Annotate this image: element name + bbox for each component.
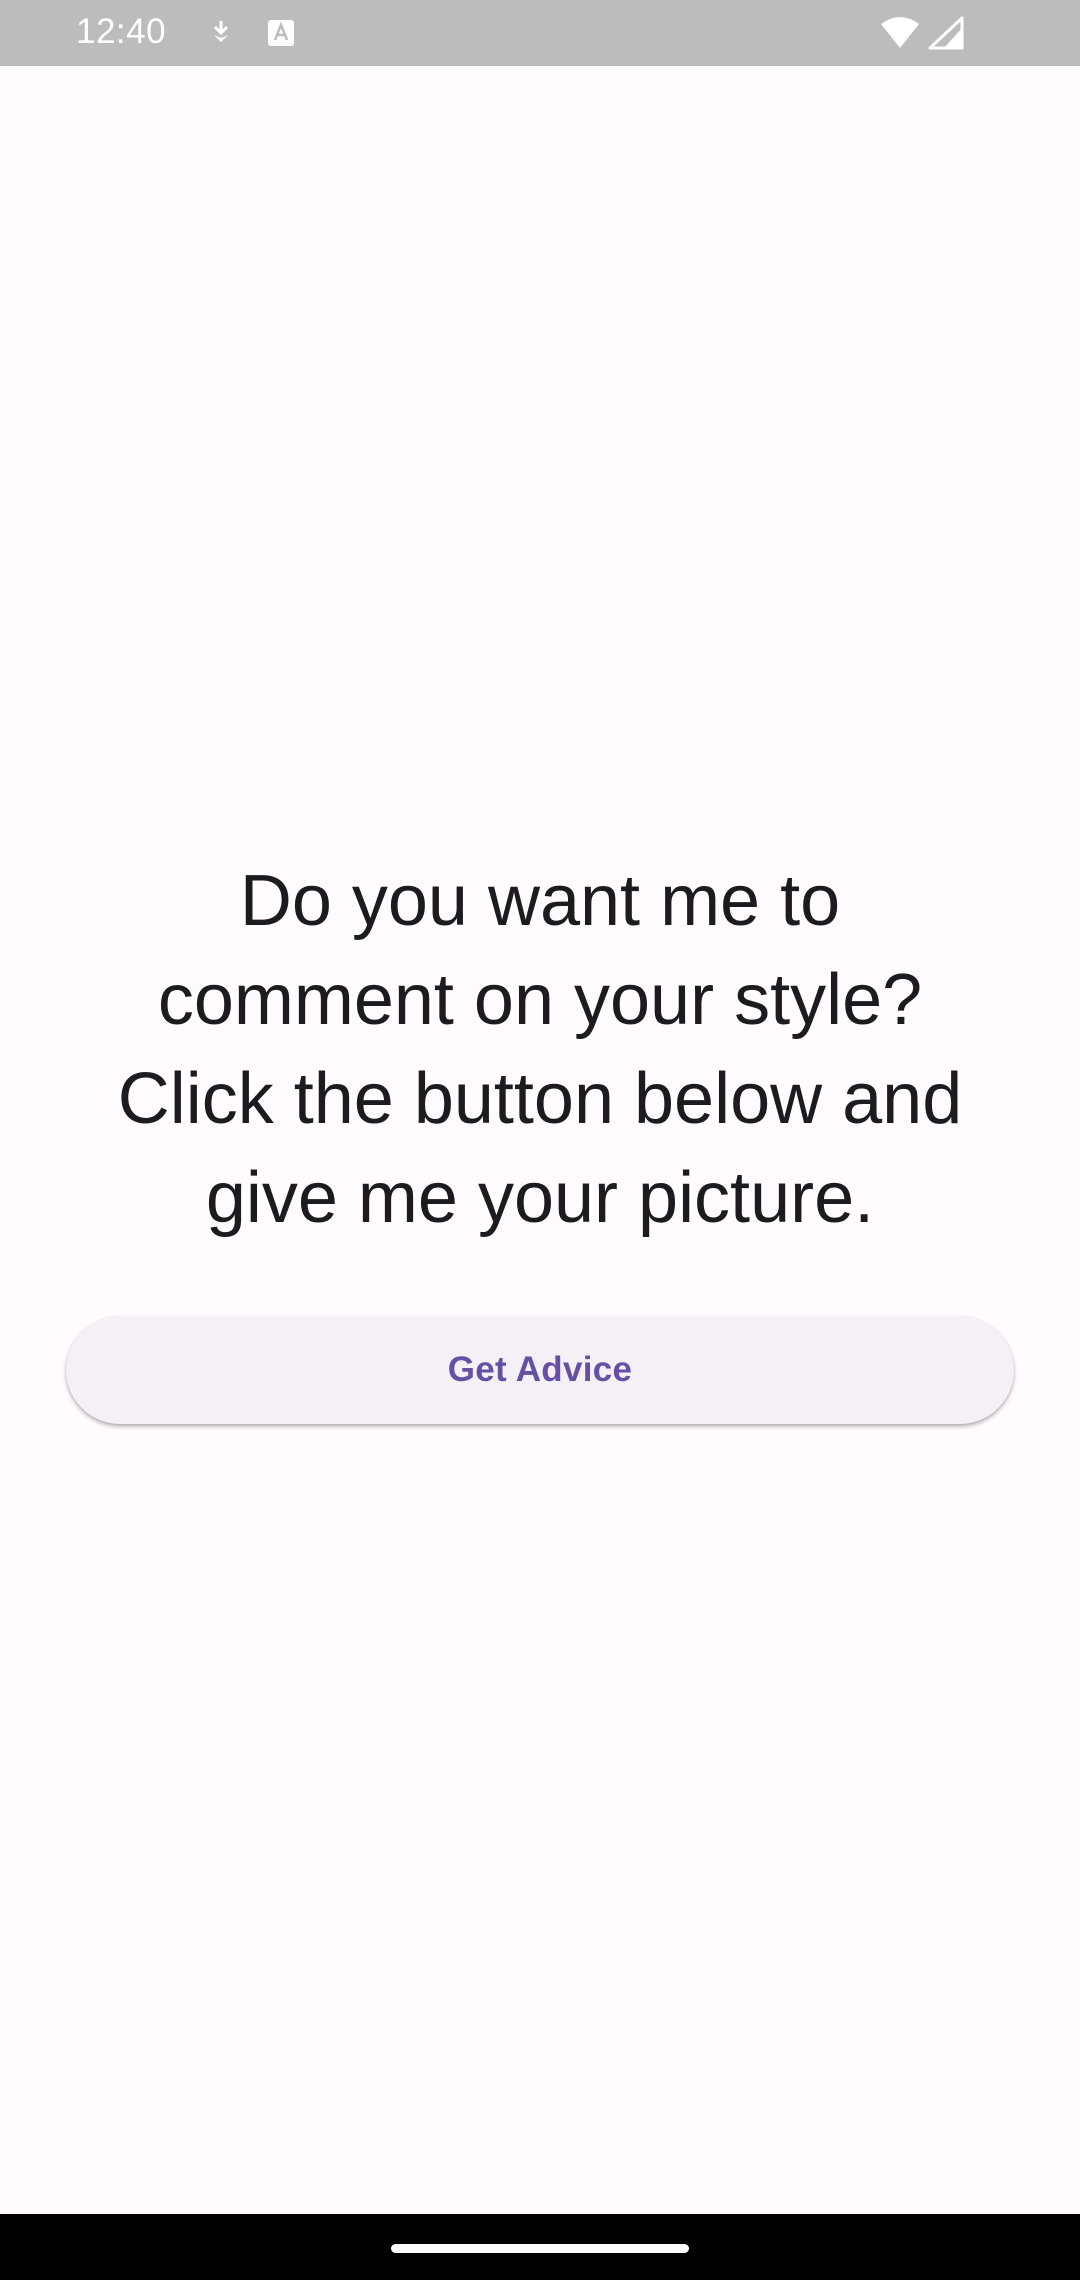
- status-bar: 12:40: [0, 0, 1080, 66]
- get-advice-button-label: Get Advice: [447, 1350, 633, 1389]
- prompt-text: Do you want me to comment on your style?…: [40, 852, 1040, 1248]
- get-advice-button[interactable]: Get Advice: [66, 1316, 1014, 1424]
- prompt-line: give me your picture.: [205, 1158, 875, 1238]
- navigation-bar: [0, 2214, 1080, 2280]
- status-time: 12:40: [76, 12, 167, 51]
- home-gesture-handle[interactable]: [391, 2244, 689, 2253]
- prompt-line: Click the button below and: [117, 1059, 963, 1139]
- prompt-line: comment on your style?: [157, 960, 923, 1040]
- wifi-icon: [880, 16, 920, 50]
- prompt-line: Do you want me to: [239, 861, 841, 941]
- cellular-signal-icon: [928, 16, 964, 50]
- main-content: Do you want me to comment on your style?…: [0, 66, 1080, 2214]
- download-notification-icon: [206, 18, 236, 48]
- text-notification-icon: [266, 18, 296, 48]
